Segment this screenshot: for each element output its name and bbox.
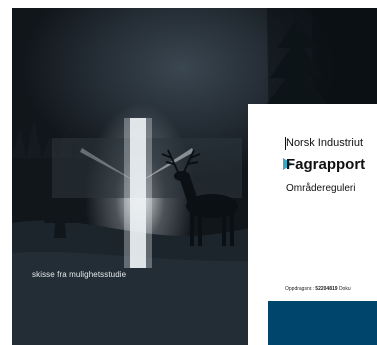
assignment-label: Oppdragsnr.: xyxy=(285,286,314,292)
assignment-number-line: Oppdragsnr.: 52204819 Doku xyxy=(285,286,351,292)
document-label: Doku xyxy=(338,286,351,292)
report-cover-panel: Norsk Industriut Fagrapport Områderegule… xyxy=(248,104,377,345)
organization-name: Norsk Industriut xyxy=(286,137,364,149)
image-caption: skisse fra mulighetsstudie xyxy=(32,270,127,279)
assignment-number: 52204819 xyxy=(315,286,338,292)
footer-color-band xyxy=(268,301,377,345)
report-subtitle: Områdereguleri xyxy=(286,183,356,194)
report-title: Fagrapport xyxy=(286,156,366,173)
